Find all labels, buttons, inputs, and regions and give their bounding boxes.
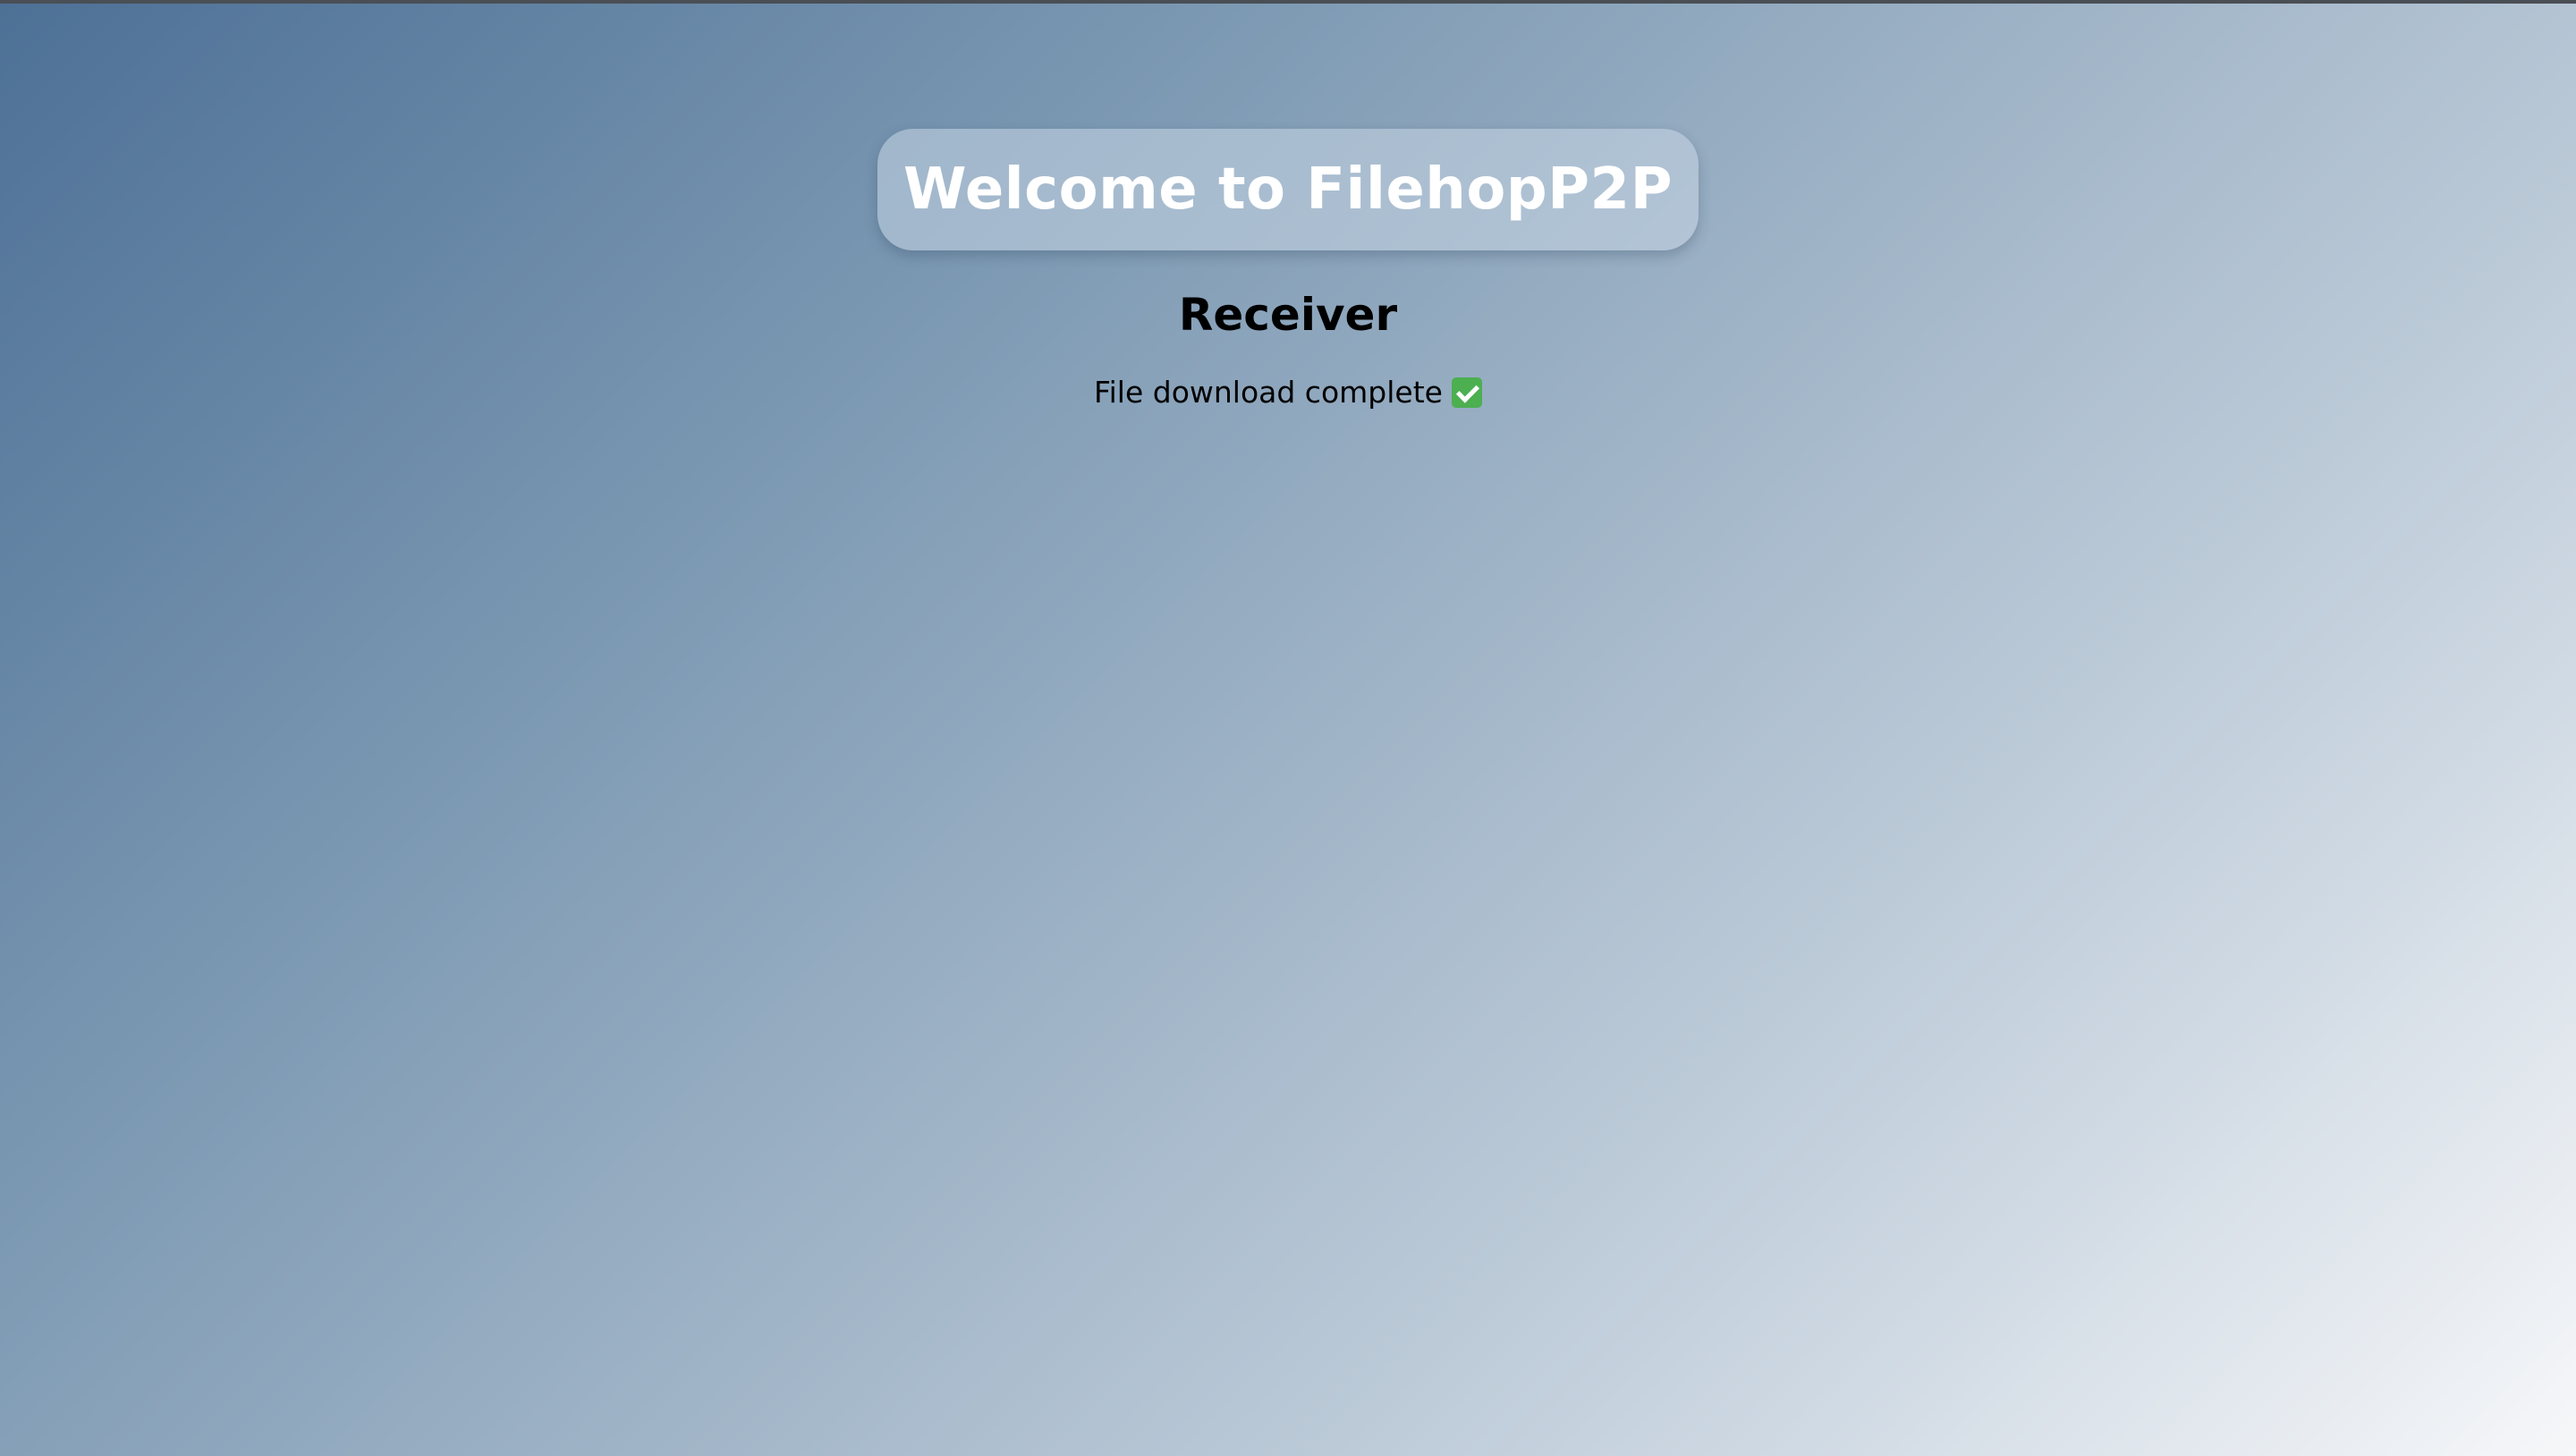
check-mark-icon (1451, 377, 1482, 408)
page-title: Welcome to FilehopP2P (903, 157, 1673, 223)
window-top-border (0, 0, 2576, 4)
receiver-page: { "header": { "title": "Welcome to Fileh… (0, 0, 2576, 1456)
role-heading: Receiver (1178, 289, 1398, 341)
welcome-banner: Welcome to FilehopP2P (877, 129, 1699, 250)
download-status-text: File download complete (1094, 375, 1443, 410)
download-status: File download complete (0, 370, 2576, 415)
